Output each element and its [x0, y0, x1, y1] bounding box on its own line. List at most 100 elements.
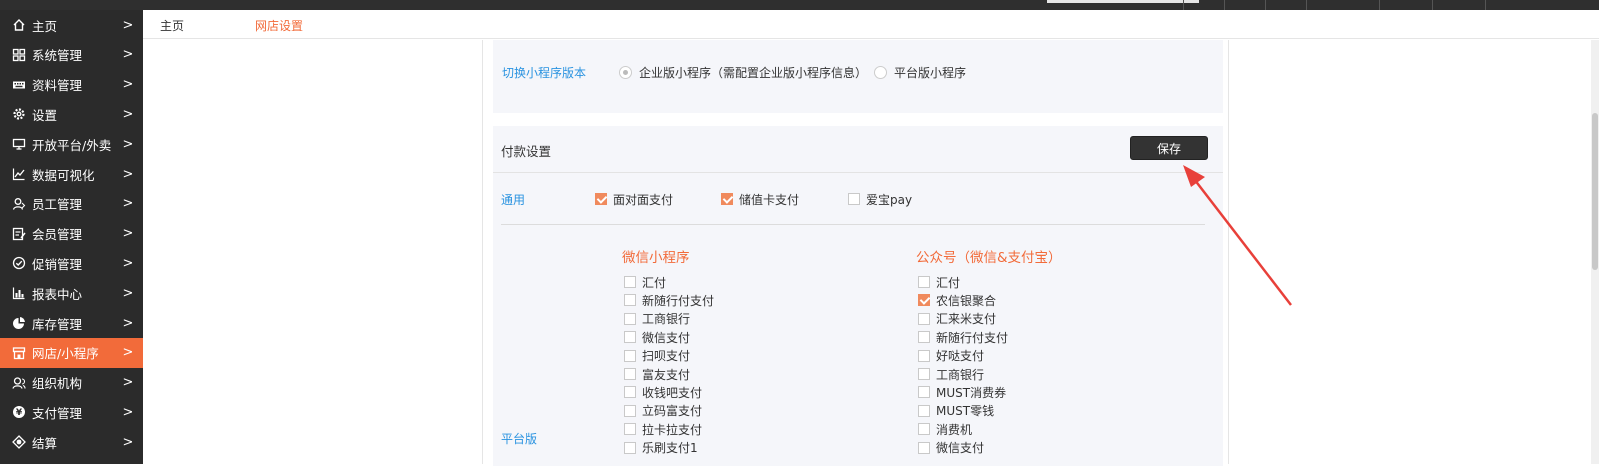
annotation-arrow: [1183, 165, 1292, 306]
user-icon: [12, 197, 26, 211]
save-button[interactable]: 保存: [1130, 136, 1208, 160]
checkbox[interactable]: [918, 294, 930, 307]
sidebar-item-label: 员工管理: [32, 197, 83, 213]
payment-option-label: 收钱吧支付: [642, 385, 703, 400]
payment-option[interactable]: 工商银行: [918, 365, 984, 383]
sidebar-item-label: 支付管理: [32, 405, 83, 421]
checkbox[interactable]: [624, 349, 636, 362]
checkbox[interactable]: [918, 349, 930, 362]
payment-option[interactable]: 新随行付支付: [624, 291, 714, 309]
svg-text:¥: ¥: [16, 409, 23, 419]
payment-option-label: 农信银聚合: [936, 293, 997, 308]
sidebar-item-label: 网店/小程序: [32, 346, 99, 362]
checkbox[interactable]: [918, 368, 930, 380]
payment-option[interactable]: 汇付: [624, 273, 666, 291]
top-search-input[interactable]: [1047, 0, 1199, 3]
sidebar-item[interactable]: 网店/小程序 >: [0, 337, 143, 368]
checkbox[interactable]: [918, 331, 930, 344]
version-option-platform[interactable]: 平台版小程序: [874, 64, 966, 81]
payment-option[interactable]: 农信银聚合: [918, 291, 996, 309]
sidebar-item[interactable]: 系统管理 >: [0, 40, 143, 70]
chevron-right-icon: >: [122, 166, 134, 182]
sidebar-item[interactable]: 促销管理 >: [0, 248, 143, 278]
general-option[interactable]: 爱宝pay: [848, 190, 912, 208]
main-content: 切换小程序版本 企业版小程序（需配置企业版小程序信息） 平台版小程序 付款设置 …: [143, 40, 1599, 466]
top-bar-divider: [1265, 0, 1266, 10]
mini-program-title: 微信小程序: [622, 250, 690, 266]
sidebar-item[interactable]: 设置 >: [0, 99, 143, 129]
top-bar-divider: [1306, 0, 1307, 10]
member-card-icon: [12, 227, 26, 241]
checkbox[interactable]: [918, 386, 930, 399]
general-option[interactable]: 储值卡支付: [721, 190, 799, 208]
checkbox[interactable]: [624, 276, 636, 288]
grid-icon: [12, 48, 26, 62]
checkbox[interactable]: [918, 312, 930, 325]
checkbox[interactable]: [624, 404, 636, 417]
checkbox[interactable]: [624, 331, 636, 344]
sidebar-item[interactable]: 结算 >: [0, 427, 143, 457]
checkbox[interactable]: [624, 294, 636, 307]
sidebar-item[interactable]: 数据可视化 >: [0, 159, 143, 189]
sidebar-item-label: 结算: [32, 435, 58, 451]
checkbox[interactable]: [918, 423, 930, 436]
chevron-right-icon: >: [122, 285, 134, 301]
checkbox[interactable]: [595, 193, 607, 205]
checkbox[interactable]: [624, 441, 636, 454]
sidebar-item-label: 设置: [32, 107, 58, 123]
radio-platform[interactable]: [874, 66, 887, 79]
arrow-shaft: [1190, 174, 1292, 306]
checkbox[interactable]: [721, 193, 733, 205]
chevron-right-icon: >: [122, 196, 134, 212]
payment-option[interactable]: 富友支付: [624, 365, 690, 383]
version-option-enterprise-label: 企业版小程序（需配置企业版小程序信息）: [639, 66, 868, 80]
chevron-right-icon: >: [122, 47, 134, 63]
payment-option[interactable]: 工商银行: [624, 310, 690, 328]
payment-option[interactable]: 乐刷支付1: [624, 439, 698, 457]
payment-option[interactable]: 立码富支付: [624, 402, 702, 420]
payment-option[interactable]: 消费机: [918, 420, 972, 438]
payment-option-label: 新随行付支付: [936, 330, 1009, 345]
sidebar-item[interactable]: 报表中心 >: [0, 278, 143, 308]
chevron-right-icon: >: [122, 255, 134, 271]
sidebar-item[interactable]: 主页 >: [0, 10, 143, 40]
payment-option[interactable]: 拉卡拉支付: [624, 420, 702, 438]
sidebar-item[interactable]: 库存管理 >: [0, 308, 143, 338]
radio-enterprise[interactable]: [619, 66, 632, 79]
sidebar-item[interactable]: ¥ 支付管理 >: [0, 397, 143, 427]
payment-header-divider: [493, 172, 1223, 173]
sidebar-item-label: 数据可视化: [32, 167, 95, 183]
payment-option[interactable]: 微信支付: [918, 439, 984, 457]
sidebar-item[interactable]: 资料管理 >: [0, 70, 143, 100]
sidebar-item[interactable]: 员工管理 >: [0, 189, 143, 219]
scrollbar-thumb[interactable]: [1592, 113, 1598, 270]
checkbox[interactable]: [918, 441, 930, 454]
version-option-enterprise[interactable]: 企业版小程序（需配置企业版小程序信息）: [619, 64, 867, 81]
sidebar-item[interactable]: 会员管理 >: [0, 219, 143, 249]
payment-option[interactable]: 汇付: [918, 273, 960, 291]
payment-option[interactable]: 微信支付: [624, 328, 690, 346]
checkbox[interactable]: [624, 386, 636, 399]
payment-option[interactable]: 收钱吧支付: [624, 383, 702, 401]
payment-option[interactable]: MUST消费券: [918, 383, 1006, 401]
checkbox[interactable]: [624, 368, 636, 380]
payment-option[interactable]: MUST零钱: [918, 402, 994, 420]
scrollbar[interactable]: [1591, 40, 1599, 464]
breadcrumb-home[interactable]: 主页: [160, 17, 184, 34]
checkbox[interactable]: [624, 312, 636, 325]
general-divider: [501, 224, 1205, 225]
payment-option[interactable]: 好哒支付: [918, 347, 984, 365]
checkbox[interactable]: [918, 276, 930, 288]
general-option[interactable]: 面对面支付: [595, 190, 673, 208]
sidebar-item[interactable]: 组织机构 >: [0, 368, 143, 398]
payment-option[interactable]: 新随行付支付: [918, 328, 1008, 346]
sidebar-item[interactable]: 开放平台/外卖 >: [0, 129, 143, 159]
chevron-right-icon: >: [122, 315, 134, 331]
payment-option[interactable]: 汇来米支付: [918, 310, 996, 328]
payment-option[interactable]: 扫呗支付: [624, 347, 690, 365]
payment-option-label: 工商银行: [936, 367, 985, 382]
checkbox[interactable]: [848, 193, 860, 205]
checkbox[interactable]: [624, 423, 636, 436]
checkbox[interactable]: [918, 404, 930, 417]
breadcrumb-current[interactable]: 网店设置: [255, 17, 303, 34]
